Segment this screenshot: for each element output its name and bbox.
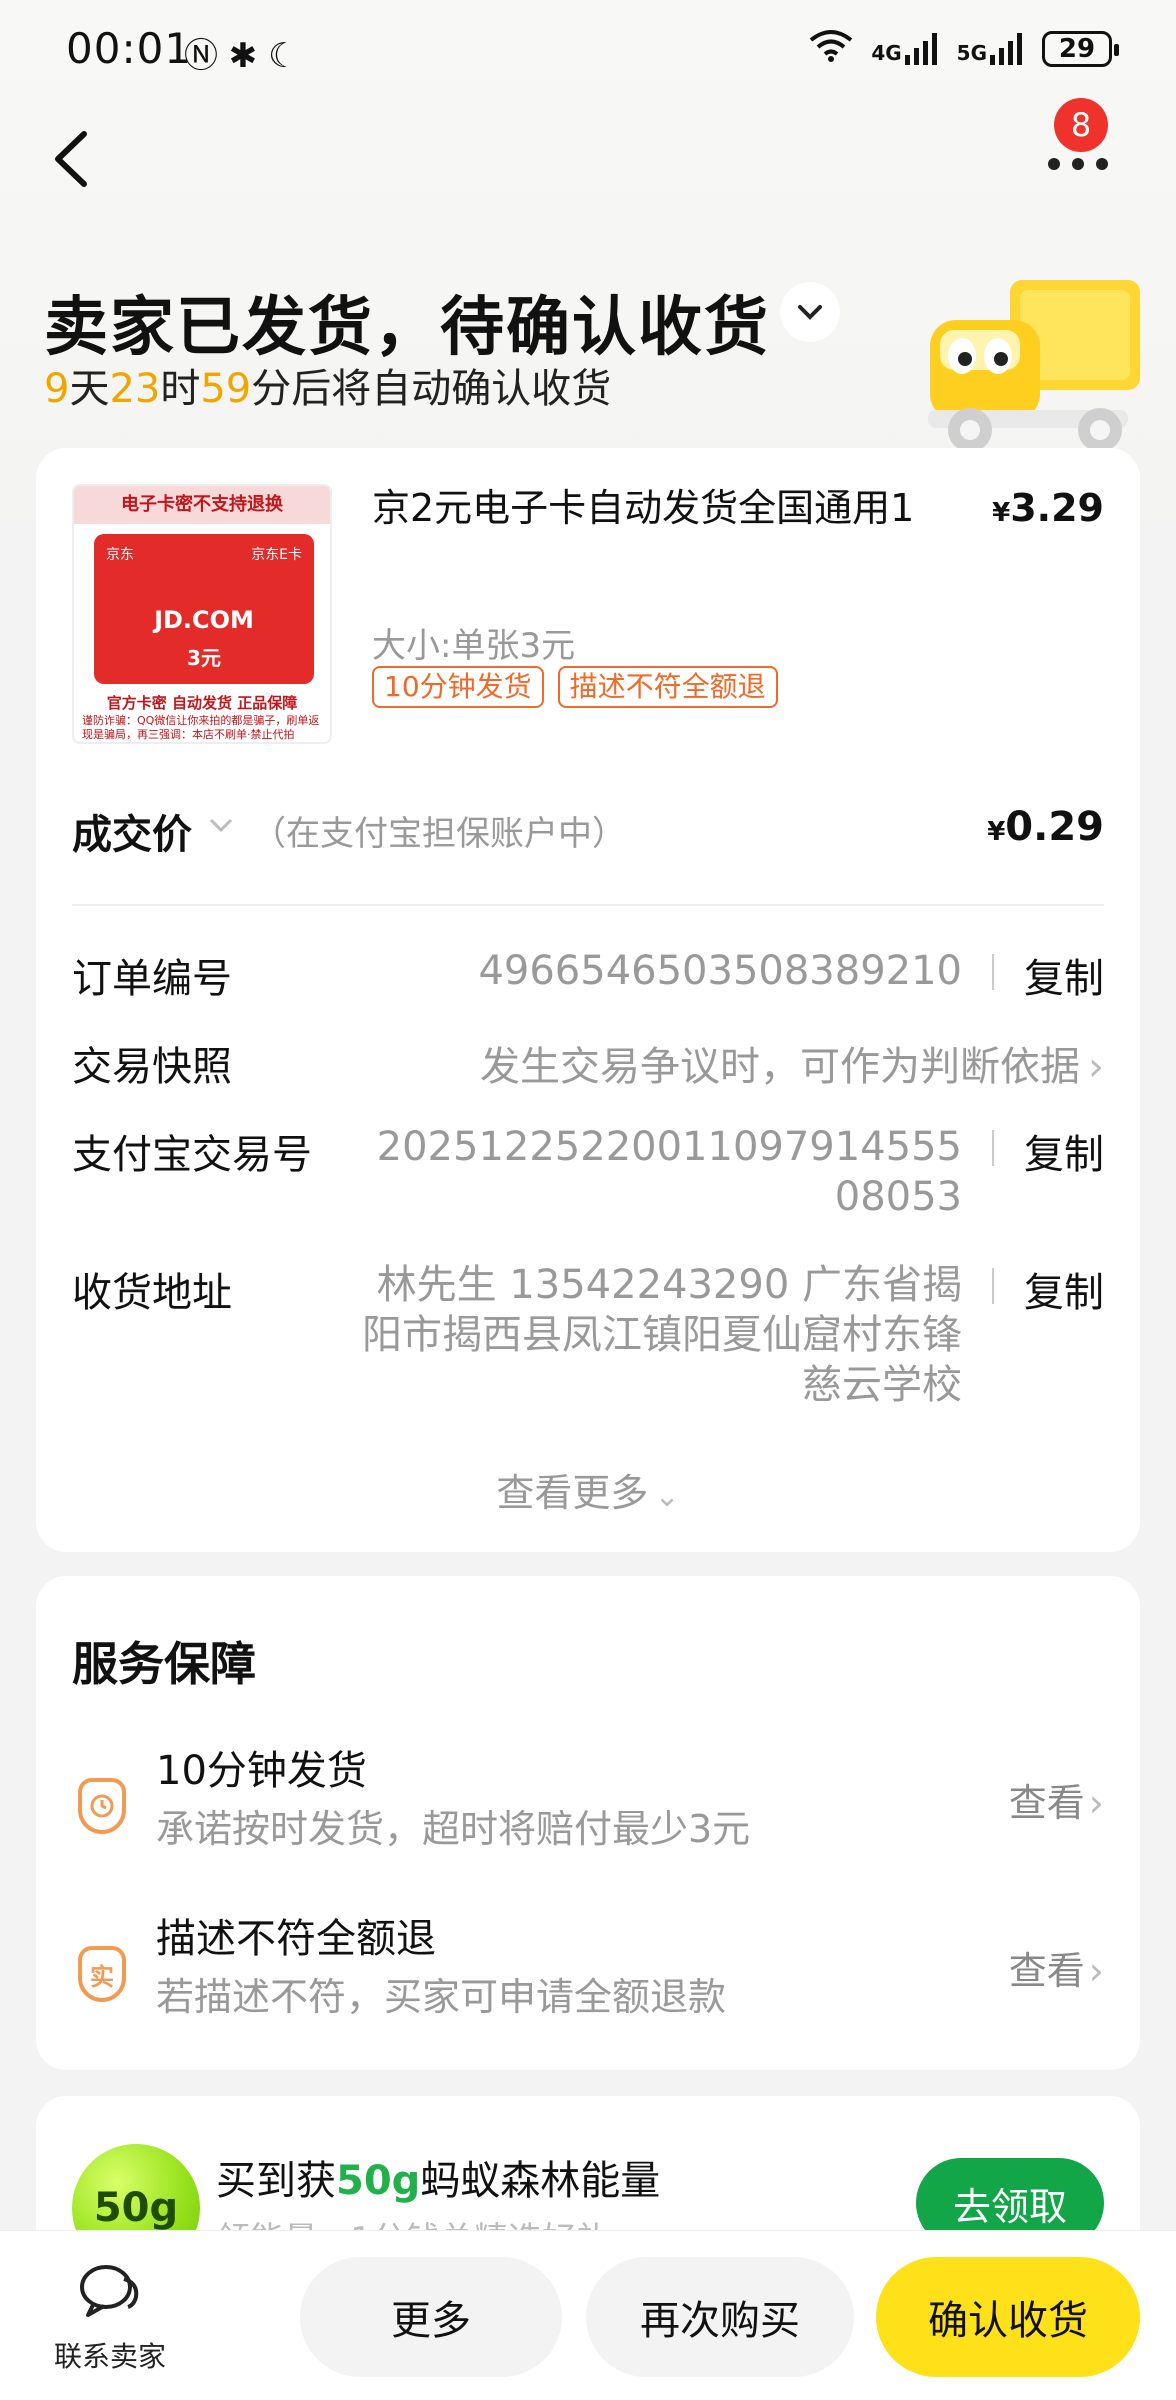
delivery-truck-illustration — [900, 260, 1150, 460]
wifi-icon — [809, 28, 853, 69]
copy-order-number-button[interactable]: 复制 — [1024, 946, 1104, 1004]
product-price: ¥3.29 — [992, 486, 1104, 530]
copy-alipay-number-button[interactable]: 复制 — [1024, 1122, 1104, 1180]
service-view-button[interactable]: 查看 › — [1009, 1772, 1104, 1827]
back-button[interactable] — [48, 124, 108, 194]
more-dots-icon — [1048, 158, 1108, 170]
notification-badge: 8 — [1054, 98, 1108, 152]
page-title: 卖家已发货，待确认收货 — [44, 291, 770, 365]
address-row: 收货地址 林先生 13542243290 广东省揭阳市揭西县凤江镇阳夏仙窟村东锋… — [72, 1260, 1104, 1408]
status-expand-button[interactable] — [780, 282, 840, 342]
divider — [72, 904, 1104, 906]
see-more-button[interactable]: 查看更多 ⌄ — [36, 1462, 1140, 1517]
battery-icon: 29 — [1042, 30, 1119, 67]
confirm-receipt-button[interactable]: 确认收货 — [876, 2257, 1140, 2377]
chevron-down-icon[interactable] — [208, 806, 234, 841]
order-number: 4966546503508389210 — [478, 948, 962, 994]
chevron-right-icon: › — [1088, 1949, 1104, 1993]
signal-5g-icon: 5G — [957, 32, 1024, 65]
bottom-action-bar: 联系卖家 更多 再次购买 确认收货 — [0, 2230, 1176, 2400]
product-title[interactable]: 京2元电子卡自动发货全国通用1 — [372, 482, 992, 534]
energy-reward-text: 买到获50g蚂蚁森林能量 — [216, 2158, 661, 2204]
alipay-trade-number: 20251225220011097914555 08053 — [376, 1124, 962, 1220]
status-right-icons: 4G 5G 29 — [809, 28, 1119, 69]
tag-full-refund: 描述不符全额退 — [557, 666, 778, 708]
chevron-left-icon — [55, 131, 87, 187]
status-system-icons: Ⓝ ✱ ☾ — [184, 36, 299, 76]
chevron-down-icon — [798, 305, 822, 320]
buy-again-button[interactable]: 再次购买 — [586, 2257, 854, 2377]
product-spec: 大小:单张3元 — [372, 626, 576, 666]
deal-escrow-note: （在支付宝担保账户中） — [252, 814, 626, 854]
deal-price-label[interactable]: 成交价 — [72, 802, 192, 860]
alipay-trade-row: 支付宝交易号 20251225220011097914555 08053 复制 — [72, 1122, 1104, 1220]
auto-confirm-countdown: 9天23时59分后将自动确认收货 — [44, 366, 612, 412]
more-menu-button[interactable]: 8 — [1040, 98, 1120, 190]
chevron-right-icon: › — [1088, 1044, 1104, 1090]
order-card: 电子卡密不支持退换 京东 京东E卡 JD.COM 3元 官方卡密 自动发货 正品… — [36, 448, 1140, 1552]
chat-bubble-icon — [40, 2261, 180, 2331]
signal-4g-icon: 4G — [871, 32, 938, 65]
order-number-row: 订单编号 4966546503508389210 复制 — [72, 946, 1104, 1004]
chevron-down-icon: ⌄ — [654, 1479, 680, 1514]
shipping-address: 林先生 13542243290 广东省揭阳市揭西县凤江镇阳夏仙窟村东锋慈云学校 — [362, 1262, 962, 1408]
clock-shield-icon — [78, 1778, 126, 1834]
deal-price: ¥0.29 — [987, 804, 1104, 850]
status-time: 00:01 — [66, 24, 193, 73]
service-item-full-refund[interactable]: 实 描述不符全额退 若描述不符，买家可申请全额退款 查看 › — [36, 1906, 1140, 2056]
snapshot-row[interactable]: 交易快照 发生交易争议时，可作为判断依据 › — [72, 1034, 1104, 1094]
service-title: 服务保障 — [72, 1637, 256, 1691]
snapshot-link[interactable]: 发生交易争议时，可作为判断依据 › — [480, 1034, 1104, 1092]
copy-address-button[interactable]: 复制 — [1024, 1260, 1104, 1318]
service-guarantee-card: 服务保障 10分钟发货 承诺按时发货，超时将赔付最少3元 查看 › 实 描述不符全… — [36, 1576, 1140, 2070]
product-image[interactable]: 电子卡密不支持退换 京东 京东E卡 JD.COM 3元 官方卡密 自动发货 正品… — [72, 484, 332, 744]
service-item-fast-delivery[interactable]: 10分钟发货 承诺按时发货，超时将赔付最少3元 查看 › — [36, 1738, 1140, 1888]
tag-fast-delivery: 10分钟发货 — [372, 666, 544, 708]
status-bar: 00:01 Ⓝ ✱ ☾ 4G 5G 29 — [0, 0, 1176, 100]
contact-seller-button[interactable]: 联系卖家 — [40, 2261, 180, 2375]
refund-shield-icon: 实 — [78, 1946, 126, 2002]
service-view-button[interactable]: 查看 › — [1009, 1940, 1104, 1995]
order-detail-page: 00:01 Ⓝ ✱ ☾ 4G 5G 29 8 卖家已发货，待确认收货 9天23时… — [0, 0, 1176, 2400]
product-tags: 10分钟发货 描述不符全额退 — [372, 666, 778, 708]
chevron-right-icon: › — [1088, 1781, 1104, 1825]
more-actions-button[interactable]: 更多 — [300, 2257, 562, 2377]
jd-card-graphic: 京东 京东E卡 JD.COM 3元 — [94, 534, 314, 684]
